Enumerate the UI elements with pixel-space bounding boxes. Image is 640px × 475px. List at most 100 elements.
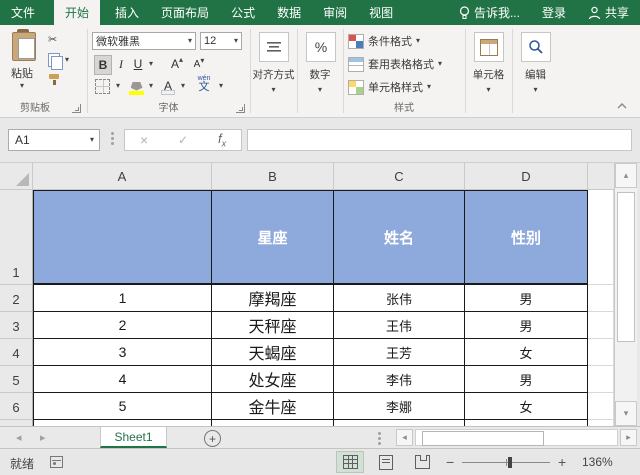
enter-button[interactable]: ✓ [178, 133, 188, 147]
share-button[interactable]: 共享 [577, 0, 640, 25]
vertical-scrollbar[interactable]: ▴ ▾ [614, 163, 637, 426]
tab-review[interactable]: 审阅 [312, 0, 358, 25]
decrease-font-button[interactable]: A ▾ [190, 55, 208, 73]
cell[interactable]: 金牛座 [212, 393, 334, 420]
borders-dropdown[interactable]: ▾ [113, 77, 123, 95]
fill-color-dropdown[interactable]: ▾ [146, 77, 156, 95]
vertical-scroll-thumb[interactable] [617, 192, 635, 342]
alignment-group[interactable]: 对齐方式 ▾ [251, 25, 296, 117]
font-color-dropdown[interactable]: ▾ [178, 77, 188, 95]
cell[interactable]: 3 [33, 339, 212, 366]
scroll-up-button[interactable]: ▴ [615, 163, 637, 188]
cell[interactable]: 张伟 [334, 285, 465, 312]
cell[interactable]: 姓名 [334, 190, 465, 285]
tab-file[interactable]: 文件 [0, 0, 46, 25]
format-as-table-button[interactable]: 套用表格格式 ▾ [348, 56, 442, 72]
cell[interactable]: 天蝎座 [212, 339, 334, 366]
zoom-out-button[interactable]: − [446, 454, 454, 470]
cell[interactable]: 王伟 [334, 312, 465, 339]
underline-button[interactable]: U [130, 55, 146, 73]
editing-group[interactable]: 编辑 ▾ [513, 25, 558, 117]
tab-data[interactable]: 数据 [266, 0, 312, 25]
cancel-button[interactable]: × [140, 132, 148, 148]
name-box[interactable]: A1 ▾ [8, 129, 100, 151]
cell[interactable] [588, 285, 614, 312]
select-all-corner[interactable] [0, 163, 33, 189]
cell[interactable]: 李伟 [334, 366, 465, 393]
tabbar-splitter-icon[interactable] [378, 432, 381, 447]
tab-page-layout[interactable]: 页面布局 [150, 0, 220, 25]
cell[interactable]: 李娜 [334, 393, 465, 420]
normal-view-button[interactable] [336, 451, 364, 473]
format-painter-button[interactable] [48, 73, 60, 85]
row-header[interactable]: 4 [0, 339, 33, 366]
cell-styles-button[interactable]: 单元格样式 ▾ [348, 79, 431, 95]
tell-me-box[interactable]: 告诉我... [448, 0, 531, 25]
cell[interactable]: 处女座 [212, 366, 334, 393]
zoom-slider[interactable] [462, 457, 550, 468]
horizontal-scroll-thumb[interactable] [422, 431, 544, 446]
cell[interactable] [588, 339, 614, 366]
phonetic-dropdown[interactable]: ▾ [216, 77, 226, 95]
sign-in-button[interactable]: 登录 [531, 0, 577, 25]
tab-home[interactable]: 开始 [54, 0, 101, 25]
scroll-down-button[interactable]: ▾ [615, 401, 637, 426]
borders-button[interactable] [94, 77, 111, 95]
page-layout-view-button[interactable] [372, 451, 400, 473]
resize-dots-icon[interactable] [111, 132, 114, 147]
cell[interactable] [33, 190, 212, 285]
paste-button[interactable]: 粘贴 ▾ [0, 25, 44, 99]
font-size-select[interactable]: 12 ▾ [200, 32, 242, 50]
cell[interactable] [588, 190, 614, 285]
scroll-right-button[interactable]: ▸ [620, 429, 637, 446]
clipboard-dialog-launcher[interactable] [72, 104, 81, 113]
cell[interactable]: 性别 [465, 190, 588, 285]
column-header-C[interactable]: C [334, 163, 465, 189]
cells-group[interactable]: 单元格 ▾ [466, 25, 511, 117]
font-dialog-launcher[interactable] [236, 104, 245, 113]
cell[interactable]: 4 [33, 366, 212, 393]
underline-dropdown[interactable]: ▾ [146, 55, 156, 73]
cell[interactable] [588, 393, 614, 420]
phonetic-guide-button[interactable]: wén 文 [194, 75, 214, 93]
zoom-slider-handle[interactable] [507, 457, 512, 468]
cell[interactable]: 星座 [212, 190, 334, 285]
cell[interactable]: 女 [465, 339, 588, 366]
font-color-button[interactable]: A [160, 77, 176, 95]
cell[interactable]: 男 [465, 312, 588, 339]
column-header-B[interactable]: B [212, 163, 334, 189]
tab-insert[interactable]: 插入 [104, 0, 150, 25]
cut-button[interactable]: ✂ [48, 33, 57, 46]
column-header-E-sliver[interactable] [588, 163, 614, 189]
column-header-D[interactable]: D [465, 163, 588, 189]
bold-button[interactable]: B [94, 55, 112, 75]
formula-input[interactable] [247, 129, 632, 151]
fill-color-button[interactable] [128, 77, 145, 95]
row-header[interactable]: 1 [0, 190, 33, 285]
column-header-A[interactable]: A [33, 163, 212, 189]
copy-button[interactable]: ▾ [48, 53, 69, 70]
sheet-tab-sheet1[interactable]: Sheet1 [100, 427, 167, 448]
cell[interactable] [588, 366, 614, 393]
font-family-select[interactable]: 微软雅黑 ▾ [92, 32, 196, 50]
new-sheet-button[interactable]: + [204, 430, 221, 447]
cell[interactable]: 男 [465, 285, 588, 312]
cell[interactable] [588, 312, 614, 339]
row-header[interactable]: 5 [0, 366, 33, 393]
row-header[interactable]: 3 [0, 312, 33, 339]
tab-formulas[interactable]: 公式 [220, 0, 266, 25]
cell[interactable]: 2 [33, 312, 212, 339]
sheet-next-button[interactable]: ▸ [40, 431, 46, 444]
collapse-ribbon-button[interactable] [616, 101, 628, 113]
insert-function-button[interactable]: fx [218, 131, 226, 149]
page-break-view-button[interactable] [408, 451, 436, 473]
macro-record-icon[interactable] [50, 456, 63, 468]
cell[interactable]: 1 [33, 285, 212, 312]
sheet-prev-button[interactable]: ◂ [16, 431, 22, 444]
cell[interactable]: 女 [465, 393, 588, 420]
row-header[interactable]: 2 [0, 285, 33, 312]
cell[interactable]: 天秤座 [212, 312, 334, 339]
tab-view[interactable]: 视图 [358, 0, 404, 25]
zoom-level[interactable]: 136% [582, 455, 613, 469]
cell[interactable]: 男 [465, 366, 588, 393]
